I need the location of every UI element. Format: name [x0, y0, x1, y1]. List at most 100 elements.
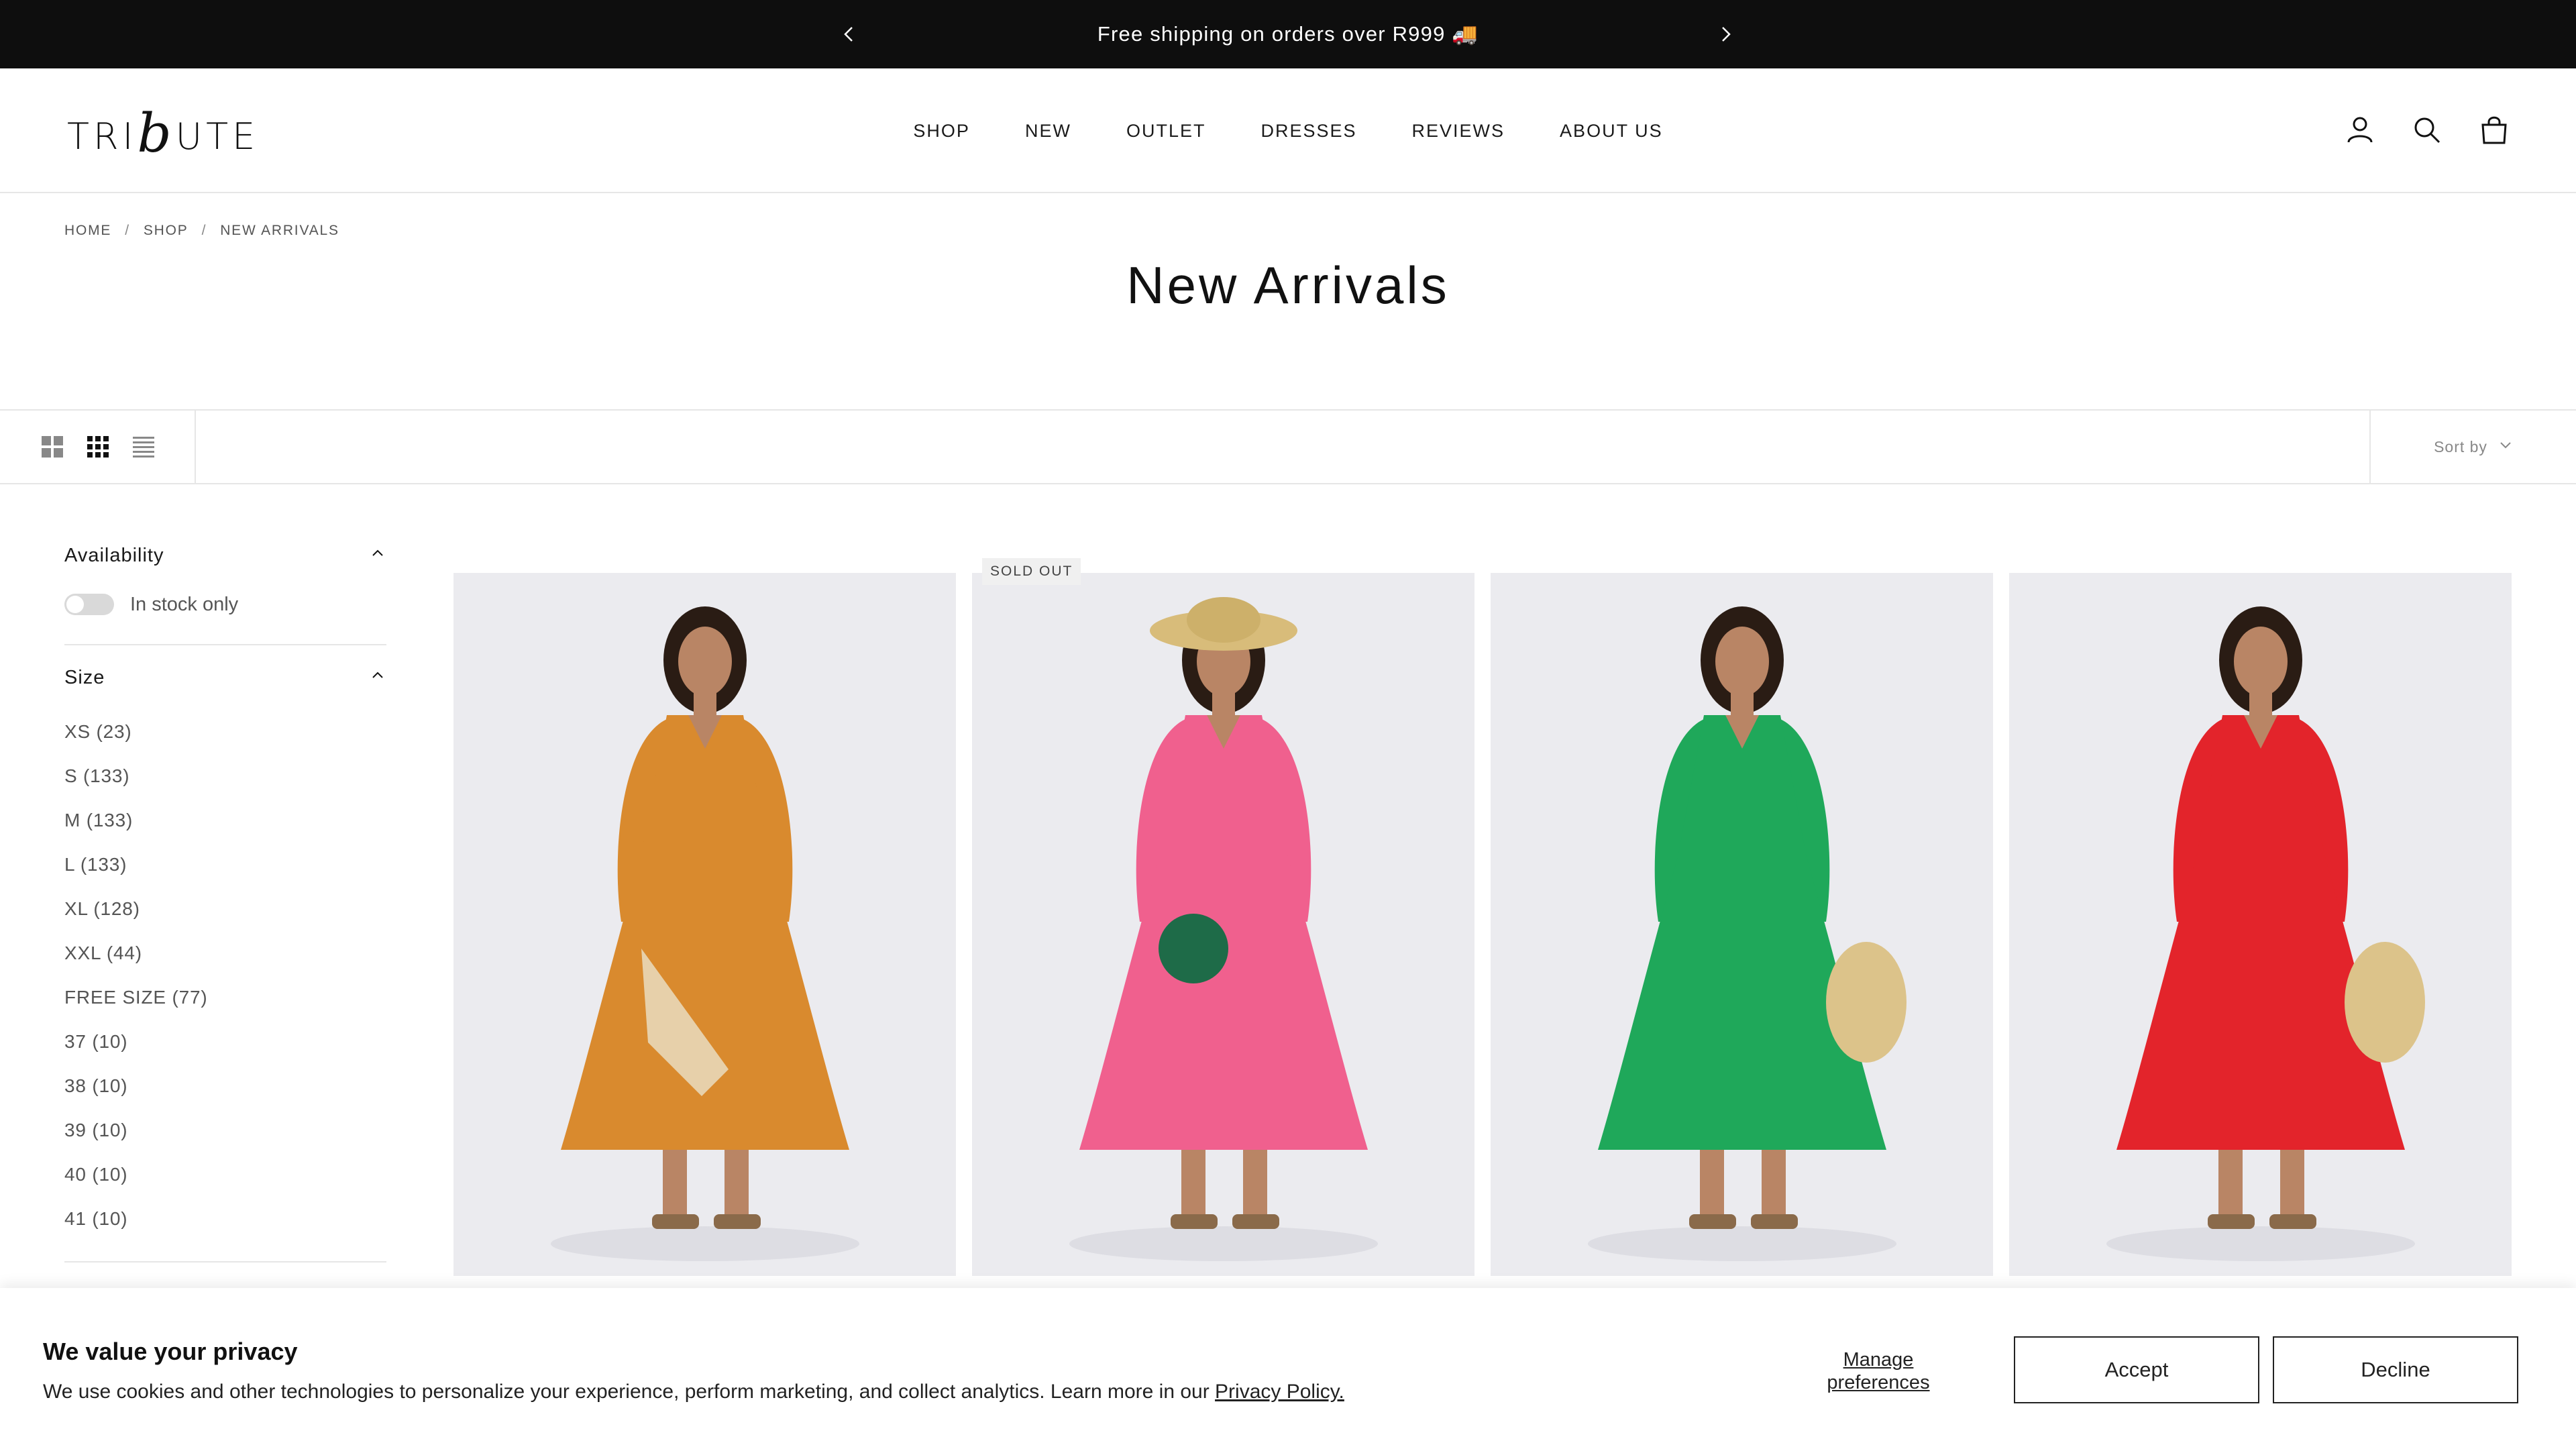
sort-by-dropdown[interactable]: Sort by: [2369, 411, 2576, 483]
model-neck: [2249, 692, 2272, 716]
grid-3-icon[interactable]: [86, 435, 110, 459]
size-option-free-size[interactable]: FREE SIZE (77): [64, 975, 386, 1020]
product-image: [2009, 573, 2512, 1276]
sort-by-label: Sort by: [2434, 437, 2487, 455]
filter-heading-availability[interactable]: Availability: [64, 523, 386, 588]
cookie-text: We use cookies and other technologies to…: [43, 1381, 1344, 1403]
breadcrumb-home[interactable]: HOME: [64, 223, 111, 239]
announcement-bar: Free shipping on orders over R999 🚚: [0, 0, 2576, 68]
cookie-banner: We value your privacy We use cookies and…: [0, 1288, 2576, 1449]
sandal-left: [2208, 1214, 2255, 1229]
model-neck: [694, 692, 716, 716]
sandal-left: [652, 1214, 699, 1229]
list-view-icon[interactable]: [131, 435, 156, 459]
straw-hat-held: [2345, 942, 2425, 1063]
model-leg-right: [2280, 1150, 2304, 1217]
size-option-39[interactable]: 39 (10): [64, 1108, 386, 1152]
chevron-up-icon: [369, 666, 386, 689]
grid-view-toggles: [0, 411, 196, 483]
product-card[interactable]: [453, 573, 956, 1276]
size-option-s[interactable]: S (133): [64, 754, 386, 798]
nav-item-shop[interactable]: SHOP: [913, 121, 970, 142]
product-image: [1491, 573, 1993, 1276]
sandal-right: [1232, 1214, 1279, 1229]
page-title: New Arrivals: [1126, 256, 1450, 315]
header-actions: [2343, 113, 2512, 148]
nav-item-dresses[interactable]: DRESSES: [1260, 121, 1356, 142]
main-nav: SHOP NEW OUTLET DRESSES REVIEWS ABOUT US: [0, 68, 2576, 193]
breadcrumb-current: NEW ARRIVALS: [220, 223, 339, 238]
size-option-37[interactable]: 37 (10): [64, 1020, 386, 1064]
product-image: [453, 573, 956, 1276]
size-option-xs[interactable]: XS (23): [64, 710, 386, 754]
floor-shadow: [1069, 1226, 1378, 1261]
chevron-down-icon: [2498, 437, 2513, 456]
account-icon[interactable]: [2343, 113, 2377, 148]
sandal-left: [1689, 1214, 1736, 1229]
manage-preferences-link[interactable]: Manage preferences: [1798, 1348, 1959, 1394]
sandal-right: [2269, 1214, 2316, 1229]
toggle-knob: [66, 596, 84, 613]
cart-icon[interactable]: [2477, 113, 2512, 148]
product-card[interactable]: [1491, 573, 1993, 1276]
chevron-right-icon[interactable]: [1712, 21, 1739, 48]
nav-item-outlet[interactable]: OUTLET: [1126, 121, 1206, 142]
floor-shadow: [2106, 1226, 2415, 1261]
nav-item-new[interactable]: NEW: [1025, 121, 1071, 142]
floor-shadow: [1588, 1226, 1896, 1261]
size-option-l[interactable]: L (133): [64, 843, 386, 887]
filter-group-availability: Availability In stock only: [64, 523, 386, 645]
breadcrumb-separator: /: [201, 223, 207, 238]
size-option-40[interactable]: 40 (10): [64, 1152, 386, 1197]
sandal-right: [714, 1214, 761, 1229]
floor-shadow: [551, 1226, 859, 1261]
model-leg-left: [1700, 1150, 1724, 1217]
size-options: XS (23) S (133) M (133) L (133) XL (128)…: [64, 710, 386, 1261]
in-stock-toggle-row: In stock only: [64, 588, 386, 621]
collection-toolbar: Sort by: [0, 409, 2576, 484]
sandal-left: [1171, 1214, 1218, 1229]
straw-hat-crown: [1187, 597, 1260, 643]
size-option-xl[interactable]: XL (128): [64, 887, 386, 931]
filter-sidebar: Availability In stock only Size XS (23) …: [64, 523, 386, 1263]
filter-group-size: Size XS (23) S (133) M (133) L (133) XL …: [64, 645, 386, 1263]
nav-item-about-us[interactable]: ABOUT US: [1560, 121, 1663, 142]
product-card[interactable]: [972, 573, 1474, 1276]
filter-heading-size[interactable]: Size: [64, 645, 386, 710]
model-leg-left: [1181, 1150, 1205, 1217]
size-option-41[interactable]: 41 (10): [64, 1197, 386, 1241]
model-head: [678, 627, 732, 696]
product-card[interactable]: [2009, 573, 2512, 1276]
in-stock-label: In stock only: [130, 593, 239, 615]
model-head: [2234, 627, 2288, 696]
model-leg-right: [724, 1150, 749, 1217]
breadcrumb-separator: /: [125, 223, 130, 238]
sold-out-badge: SOLD OUT: [982, 558, 1081, 585]
product-image: [972, 573, 1474, 1276]
green-bag: [1159, 914, 1228, 983]
straw-hat-held: [1826, 942, 1907, 1063]
product-grid: [453, 573, 2512, 1276]
decline-button[interactable]: Decline: [2273, 1336, 2518, 1403]
model-leg-right: [1243, 1150, 1267, 1217]
cookie-title: We value your privacy: [43, 1338, 298, 1365]
size-option-xxl[interactable]: XXL (44): [64, 931, 386, 975]
grid-2-icon[interactable]: [40, 435, 64, 459]
breadcrumb: HOME / SHOP / NEW ARRIVALS: [64, 223, 339, 239]
model-neck: [1212, 692, 1235, 716]
size-option-38[interactable]: 38 (10): [64, 1064, 386, 1108]
size-option-m[interactable]: M (133): [64, 798, 386, 843]
model-neck: [1731, 692, 1754, 716]
site-header: TRIbUTE SHOP NEW OUTLET DRESSES REVIEWS …: [0, 68, 2576, 193]
in-stock-toggle[interactable]: [64, 594, 114, 615]
breadcrumb-shop[interactable]: SHOP: [144, 223, 189, 239]
sandal-right: [1751, 1214, 1798, 1229]
nav-item-reviews[interactable]: REVIEWS: [1412, 121, 1505, 142]
accept-button[interactable]: Accept: [2014, 1336, 2259, 1403]
search-icon[interactable]: [2410, 113, 2445, 148]
announcement-text: Free shipping on orders over R999 🚚: [1097, 22, 1479, 46]
chevron-up-icon: [369, 544, 386, 567]
privacy-policy-link[interactable]: Privacy Policy.: [1215, 1381, 1344, 1403]
model-head: [1715, 627, 1769, 696]
model-leg-right: [1762, 1150, 1786, 1217]
